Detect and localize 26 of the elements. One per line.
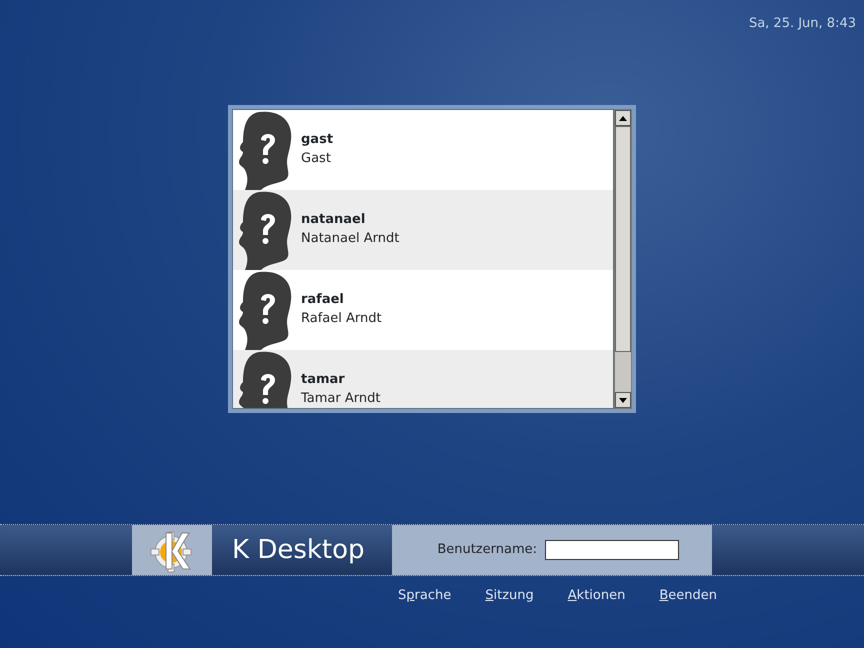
scroll-down-button[interactable] [615, 392, 631, 408]
user-login: rafael [301, 292, 345, 309]
scrollbar-thumb[interactable] [615, 126, 631, 352]
user-login: natanael [301, 212, 366, 229]
banner-title: K Desktop [232, 534, 365, 566]
user-row[interactable]: tamar Tamar Arndt [233, 350, 613, 408]
down-arrow-icon [619, 398, 627, 402]
user-full-name: Rafael Arndt [301, 310, 382, 328]
user-full-name: Tamar Arndt [301, 390, 380, 408]
up-arrow-icon [619, 116, 627, 120]
clock-text: Sa, 25. Jun, 8:43 [748, 16, 856, 31]
menu-button[interactable]: Sitzung [485, 586, 534, 606]
menu-button[interactable]: Aktionen [568, 586, 626, 606]
user-full-name: Natanael Arndt [301, 230, 400, 248]
user-full-name: Gast [301, 150, 332, 168]
user-login: tamar [301, 372, 346, 389]
username-field[interactable] [545, 540, 679, 560]
username-label: Benutzername: [437, 541, 537, 560]
scroll-up-button[interactable] [615, 110, 631, 126]
user-row[interactable]: gast Gast [233, 110, 613, 190]
menu-button[interactable]: Sprache [398, 586, 452, 606]
user-login: gast [301, 132, 334, 149]
menu-button[interactable]: Beenden [659, 586, 717, 606]
user-row[interactable]: rafael Rafael Arndt [233, 270, 613, 350]
user-row[interactable]: natanael Natanael Arndt [233, 190, 613, 270]
scrollbar[interactable] [614, 109, 632, 409]
